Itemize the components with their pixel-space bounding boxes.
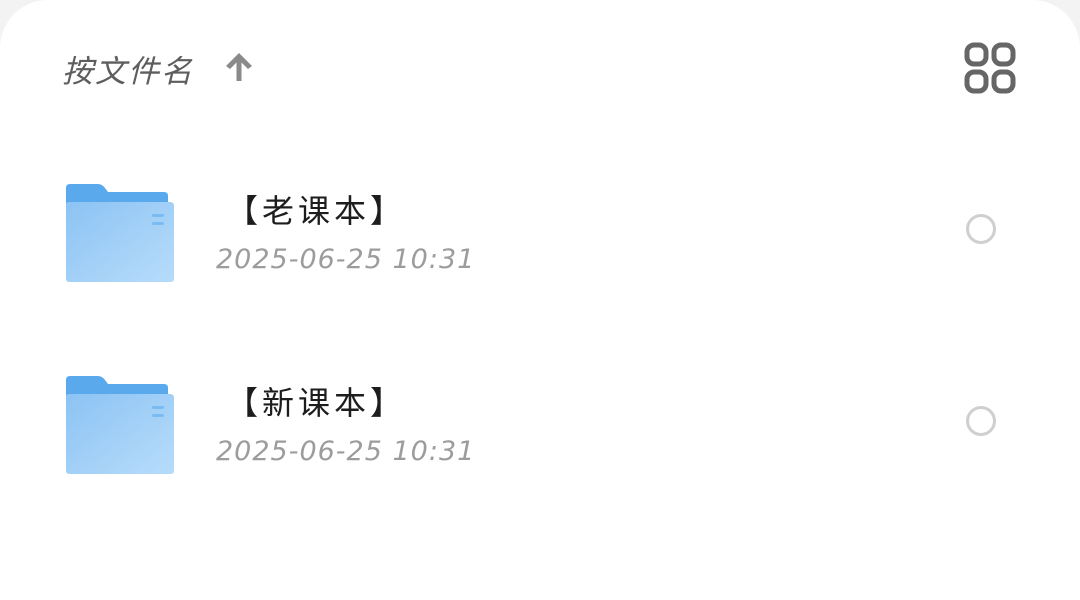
folder-icon bbox=[66, 184, 174, 282]
file-date: 2025-06-25 10:31 bbox=[216, 244, 476, 275]
select-radio[interactable] bbox=[966, 406, 996, 436]
bottom-sheet: 按文件名 【老课本】 2025-06-25 10:31 【新课本】 2025-0… bbox=[0, 0, 1080, 600]
select-radio[interactable] bbox=[966, 214, 996, 244]
file-name: 【新课本】 bbox=[226, 384, 407, 422]
grid-view-icon[interactable] bbox=[964, 42, 1016, 94]
list-item[interactable]: 【新课本】 2025-06-25 10:31 bbox=[0, 328, 1080, 518]
list-item[interactable]: 【老课本】 2025-06-25 10:31 bbox=[0, 136, 1080, 326]
sort-by-name-label[interactable]: 按文件名 bbox=[62, 46, 194, 91]
folder-icon bbox=[66, 376, 174, 474]
arrow-up-icon[interactable] bbox=[222, 50, 256, 84]
sort-header: 按文件名 bbox=[0, 0, 1080, 136]
file-date: 2025-06-25 10:31 bbox=[216, 436, 476, 467]
file-name: 【老课本】 bbox=[226, 192, 407, 230]
